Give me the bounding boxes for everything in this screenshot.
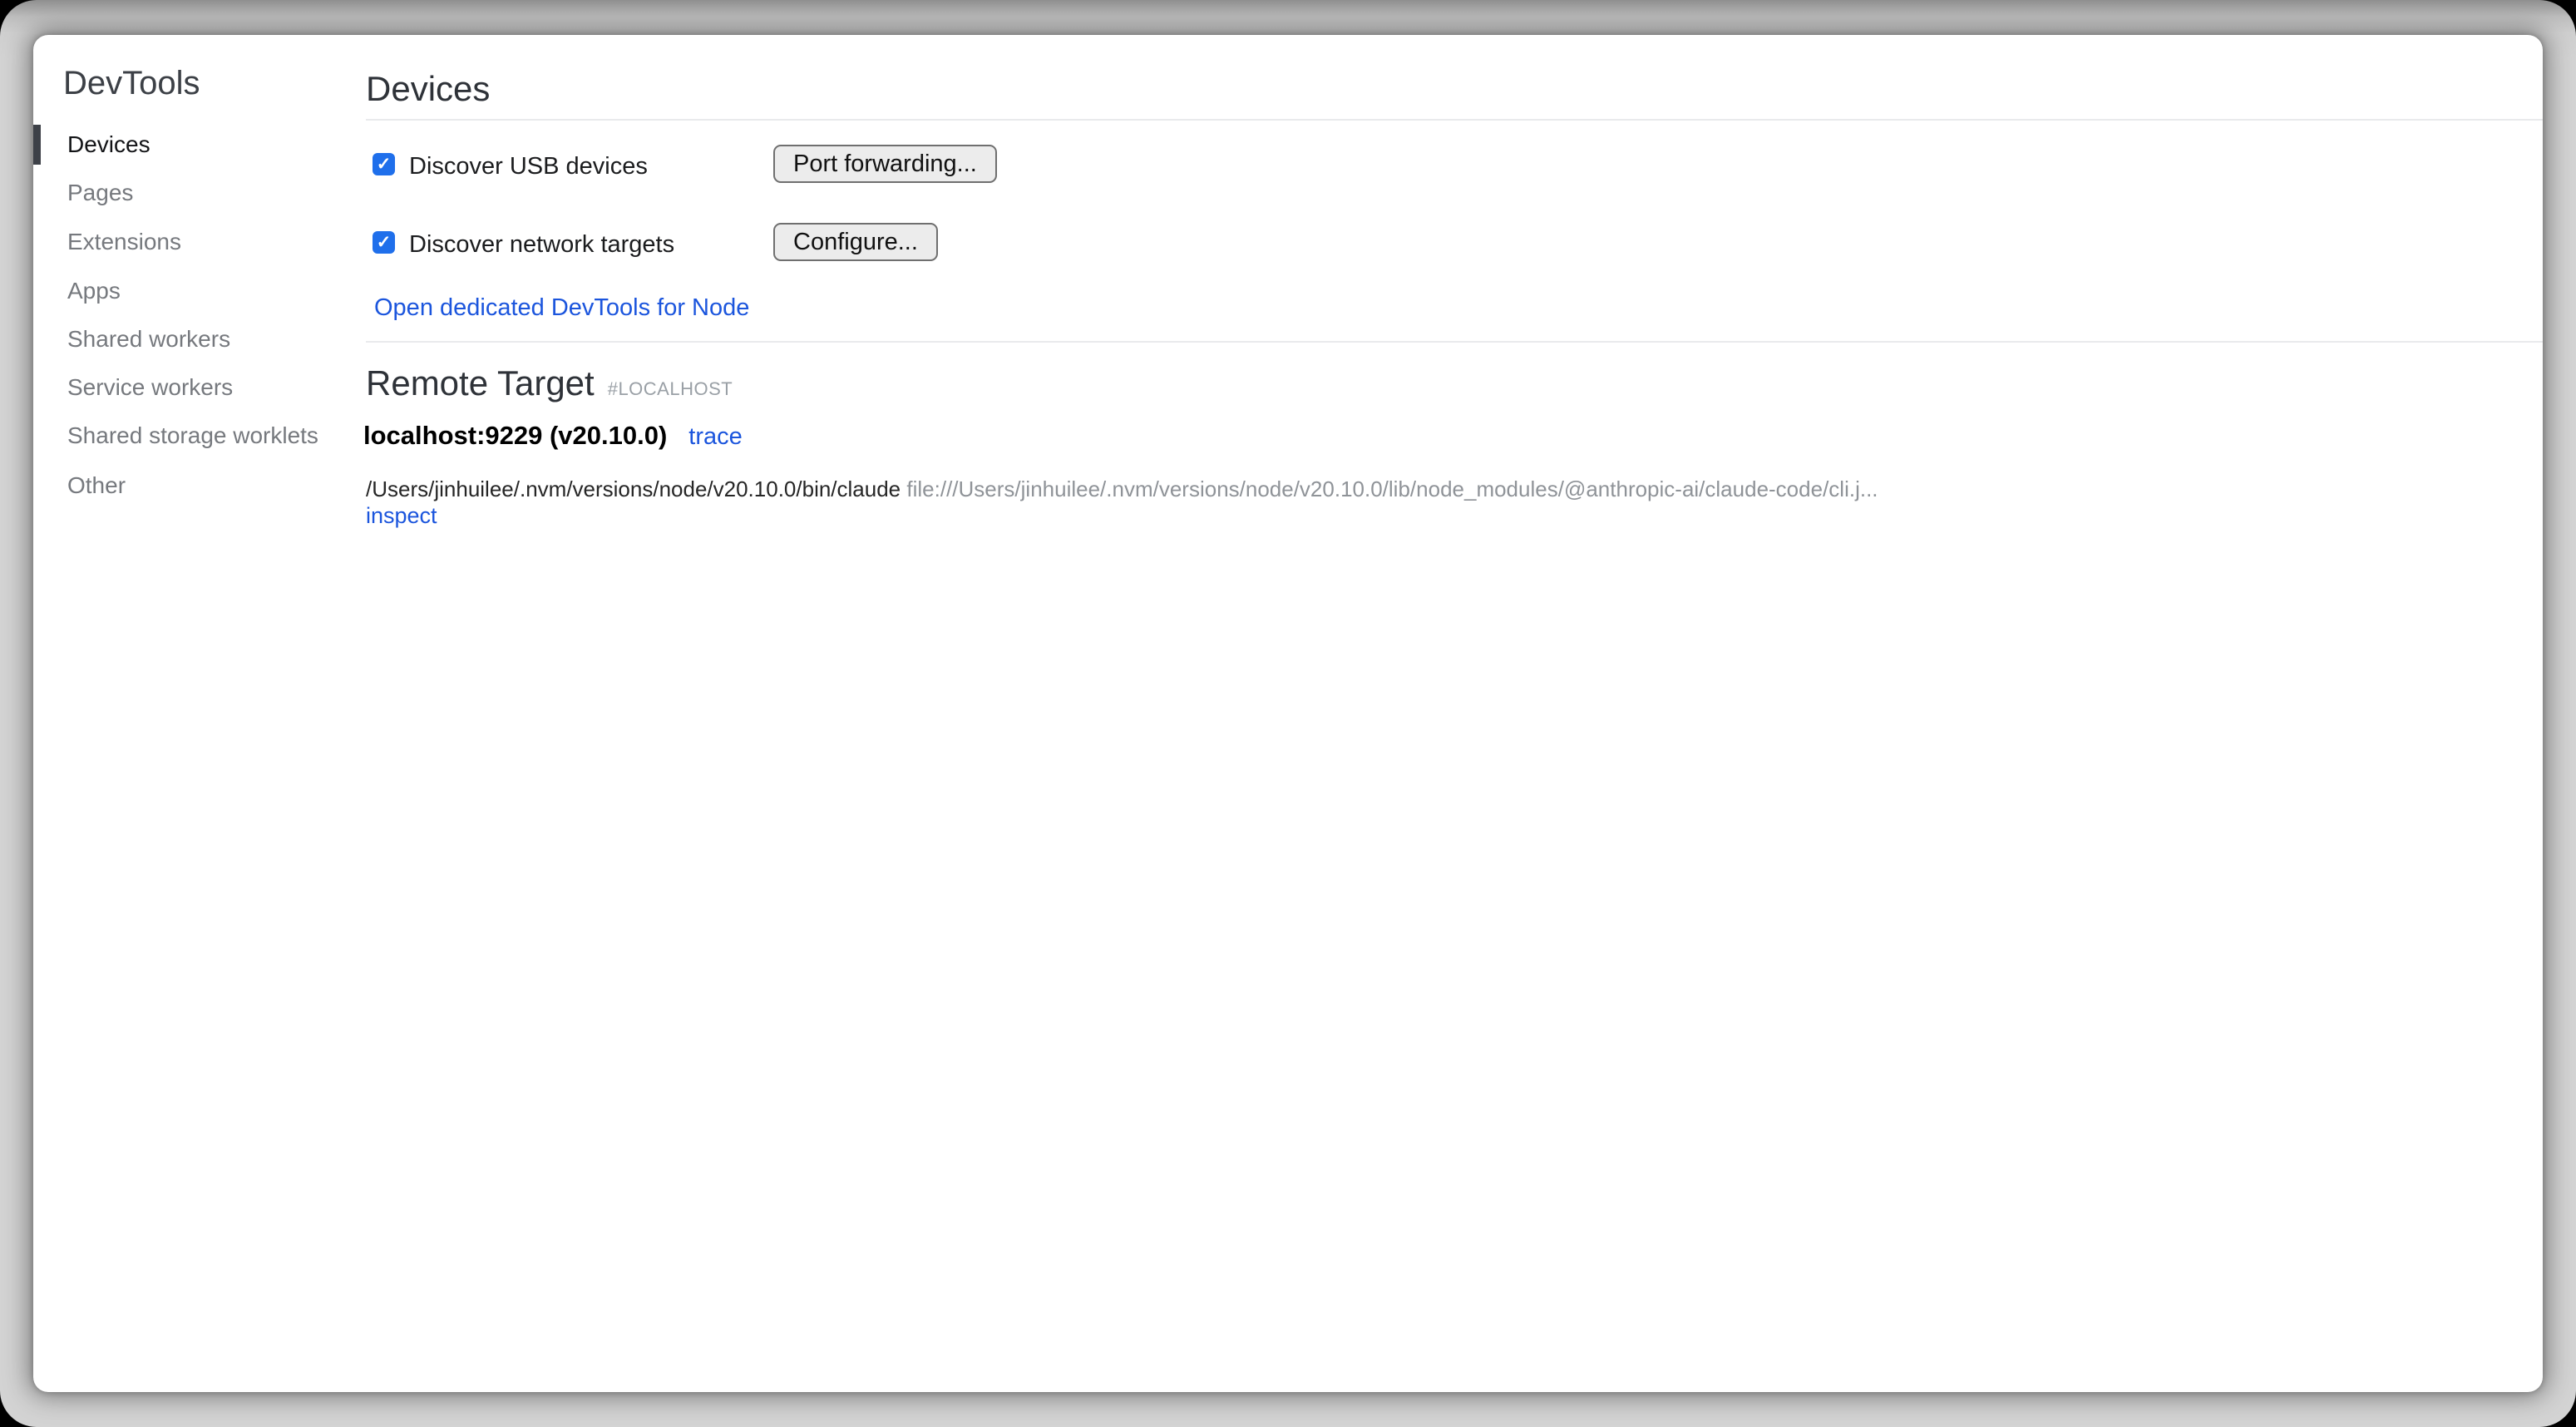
port-forwarding-button[interactable]: Port forwarding... (773, 145, 997, 183)
devtools-window: DevTools Devices Pages Extensions Apps S… (33, 35, 2543, 1392)
sidebar-item-apps[interactable]: Apps (67, 274, 121, 308)
discover-usb-checkbox[interactable]: ✓ (373, 153, 395, 175)
sidebar-item-pages[interactable]: Pages (67, 176, 133, 210)
target-binary-path: /Users/jinhuilee/.nvm/versions/node/v20.… (366, 476, 901, 501)
sidebar-title: DevTools (63, 63, 200, 103)
target-name: localhost:9229 (v20.10.0) (363, 421, 667, 451)
trace-link[interactable]: trace (688, 423, 742, 451)
target-module-url: file:///Users/jinhuilee/.nvm/versions/no… (906, 476, 1878, 501)
localhost-tag: #LOCALHOST (608, 378, 733, 400)
target-path-row: /Users/jinhuilee/.nvm/versions/node/v20.… (366, 476, 1878, 502)
selected-item-indicator (33, 125, 41, 165)
inspect-link[interactable]: inspect (366, 502, 437, 529)
discover-usb-label: Discover USB devices (409, 151, 648, 181)
remote-target-title: Remote Target (366, 363, 595, 404)
desktop-background: DevTools Devices Pages Extensions Apps S… (0, 0, 2576, 1427)
divider (366, 341, 2543, 343)
devices-panel: Devices ✓ Discover USB devices Port forw… (366, 35, 2543, 1392)
sidebar-item-extensions[interactable]: Extensions (67, 225, 181, 259)
sidebar: DevTools Devices Pages Extensions Apps S… (33, 35, 366, 1392)
sidebar-item-service-workers[interactable]: Service workers (67, 371, 233, 404)
open-node-devtools-link[interactable]: Open dedicated DevTools for Node (374, 293, 749, 323)
sidebar-item-shared-storage-worklets[interactable]: Shared storage worklets (67, 419, 318, 452)
configure-button[interactable]: Configure... (773, 223, 938, 261)
sidebar-item-devices[interactable]: Devices (67, 128, 151, 161)
sidebar-item-shared-workers[interactable]: Shared workers (67, 323, 230, 356)
divider (366, 119, 2543, 121)
discover-network-checkbox[interactable]: ✓ (373, 231, 395, 254)
page-title: Devices (366, 68, 490, 110)
remote-target-header: Remote Target #LOCALHOST (366, 363, 733, 404)
target-row: localhost:9229 (v20.10.0) trace (363, 421, 743, 451)
discover-network-label: Discover network targets (409, 230, 674, 259)
sidebar-item-other[interactable]: Other (67, 469, 126, 502)
